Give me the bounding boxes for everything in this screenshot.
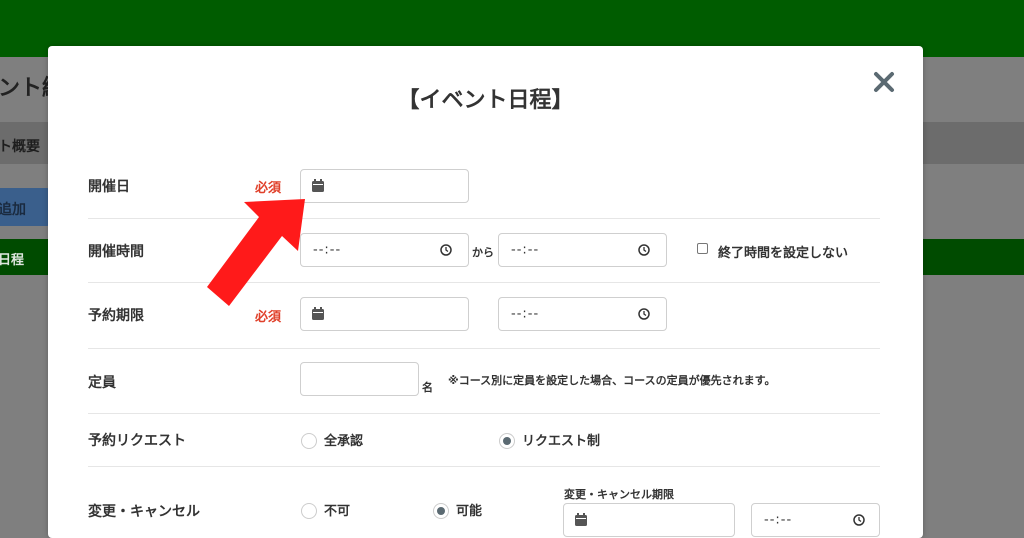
pointer-arrow-icon xyxy=(207,199,305,306)
